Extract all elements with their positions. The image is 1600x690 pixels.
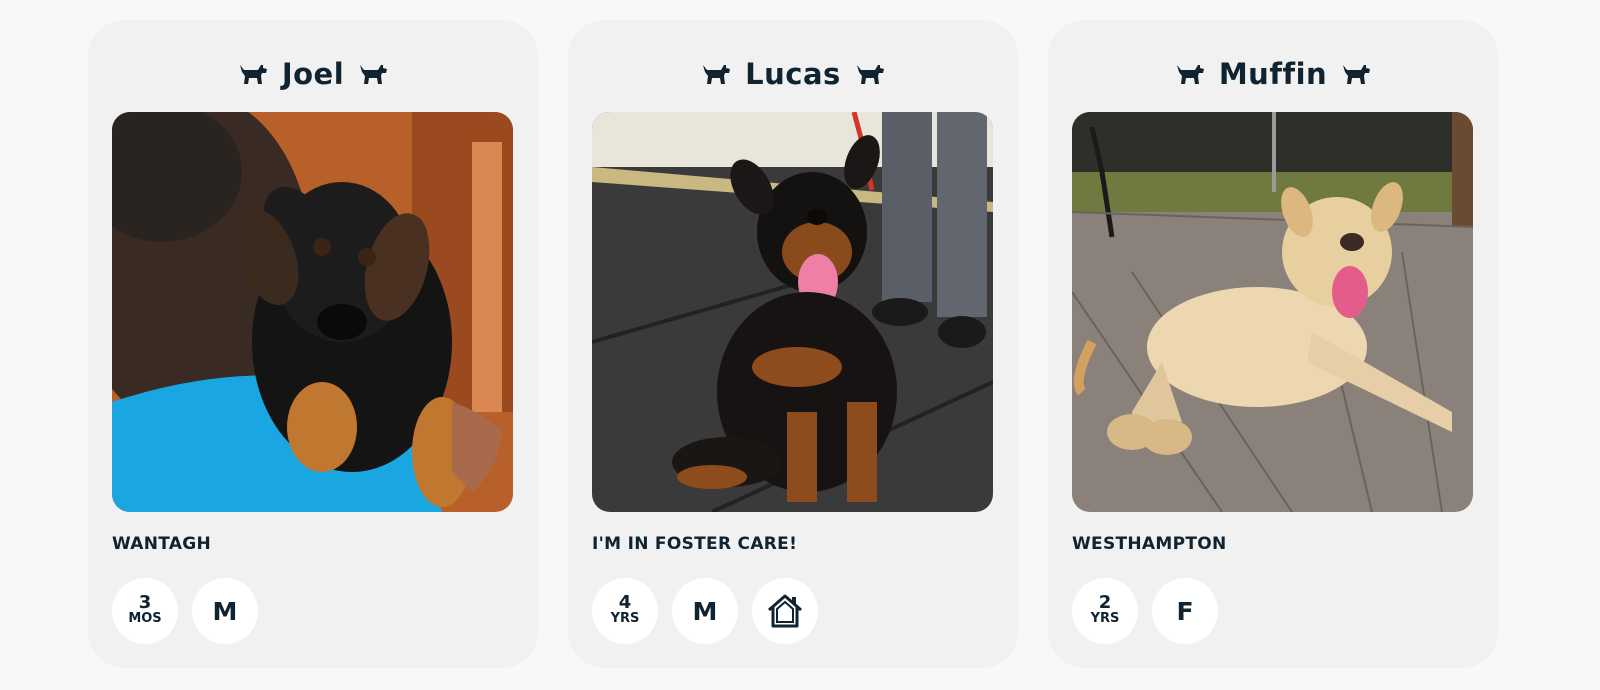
pet-name[interactable]: Muffin — [1219, 54, 1327, 94]
pet-location: I'M IN FOSTER CARE! — [592, 534, 798, 554]
pet-card-muffin[interactable]: Muffin WESTHAMPTON 2 YRS F — [1048, 20, 1498, 668]
pet-card-title: Lucas — [568, 54, 1018, 94]
yellow-dog-lying-photo — [1072, 112, 1473, 512]
sex-badge: M — [672, 578, 738, 644]
age-unit: MOS — [128, 611, 162, 626]
dog-icon — [703, 65, 731, 84]
dog-icon — [239, 65, 267, 84]
sex-value: M — [692, 596, 718, 626]
sex-value: M — [212, 596, 238, 626]
puppy-on-shoulder-photo — [112, 112, 513, 512]
pet-photo[interactable] — [112, 112, 513, 512]
pet-location: WESTHAMPTON — [1072, 534, 1227, 554]
pet-badges: 3 MOS M — [112, 578, 258, 644]
dog-icon — [360, 65, 388, 84]
dog-icon — [1343, 65, 1371, 84]
pet-name[interactable]: Joel — [282, 54, 344, 94]
pet-badges: 4 YRS M — [592, 578, 818, 644]
pet-card-joel[interactable]: Joel WANTAGH 3 MOS M — [88, 20, 538, 668]
foster-badge — [752, 578, 818, 644]
home-icon — [768, 594, 802, 628]
age-unit: YRS — [610, 611, 640, 626]
pet-card-list: Joel WANTAGH 3 MOS M Lucas I'M IN FOSTER… — [88, 20, 1498, 668]
dog-icon — [1176, 65, 1204, 84]
sex-badge: M — [192, 578, 258, 644]
pet-photo[interactable] — [592, 112, 993, 512]
sex-badge: F — [1152, 578, 1218, 644]
pet-card-lucas[interactable]: Lucas I'M IN FOSTER CARE! 4 YRS M — [568, 20, 1018, 668]
age-value: 2 — [1098, 592, 1112, 613]
pet-badges: 2 YRS F — [1072, 578, 1218, 644]
pet-location: WANTAGH — [112, 534, 212, 554]
age-badge: 3 MOS — [112, 578, 178, 644]
dog-icon — [856, 65, 884, 84]
rottweiler-sitting-photo — [592, 112, 993, 512]
age-badge: 2 YRS — [1072, 578, 1138, 644]
age-unit: YRS — [1090, 611, 1120, 626]
age-value: 3 — [138, 592, 152, 613]
pet-card-title: Muffin — [1048, 54, 1498, 94]
pet-photo[interactable] — [1072, 112, 1473, 512]
age-value: 4 — [618, 592, 632, 613]
sex-value: F — [1176, 596, 1194, 626]
age-badge: 4 YRS — [592, 578, 658, 644]
pet-card-title: Joel — [88, 54, 538, 94]
pet-name[interactable]: Lucas — [745, 54, 841, 94]
